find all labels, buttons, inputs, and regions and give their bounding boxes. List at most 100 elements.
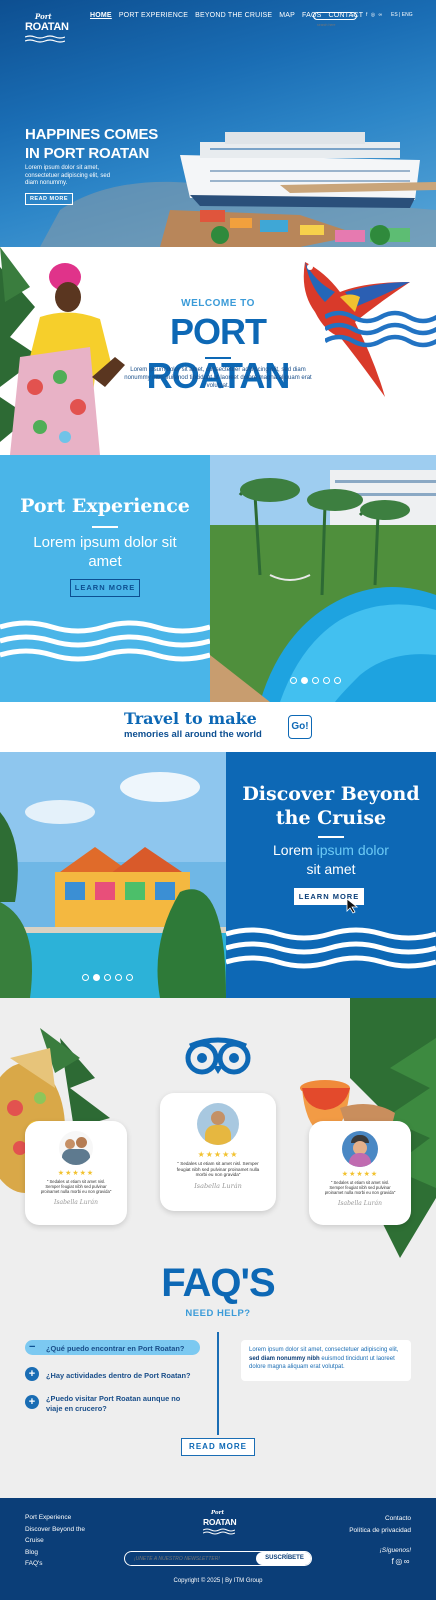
welcome-text: Lorem ipsum dolor sit amet, consectetuer…: [124, 367, 312, 389]
social-label: ¡Síguenos!: [379, 1547, 411, 1554]
discover-carousel: [0, 752, 226, 998]
port-experience-title: Port Experience: [20, 495, 190, 517]
footer-logo-waves-icon: [203, 1528, 235, 1535]
faq-question-active[interactable]: − ¿Qué puedo encontrar en Port Roatan?: [25, 1340, 200, 1355]
subscribe-button[interactable]: SUSCRÍBETE: [256, 1552, 311, 1565]
travel-line1: Travel to make: [124, 709, 257, 728]
welcome-waves-icon: [325, 310, 436, 348]
port-experience-learn-more-button[interactable]: LEARN MORE: [70, 579, 140, 597]
go-button[interactable]: Go!: [288, 715, 312, 739]
port-experience-dots: [288, 671, 343, 689]
nav-port-experience[interactable]: PORT EXPERIENCE: [119, 12, 188, 19]
welcome-kicker: WELCOME TO: [181, 298, 255, 309]
carousel-dot-active[interactable]: [93, 974, 100, 981]
faq-answer-a: Lorem ipsum dolor sit amet, consectetuer…: [249, 1347, 399, 1353]
welcome-section: WELCOME TO PORT ROATAN Lorem ipsum dolor…: [0, 247, 436, 455]
search-icon[interactable]: ⌕: [351, 13, 354, 19]
minus-icon[interactable]: −: [29, 1341, 35, 1353]
footer-logo[interactable]: Port ROATAN: [203, 1510, 237, 1536]
faq-question[interactable]: + ¿Hay actividades dentro de Port Roatan…: [25, 1367, 200, 1383]
carousel-dot[interactable]: [334, 677, 341, 684]
discover-title-line1: Discover Beyond: [242, 783, 420, 805]
newsletter-form: SUSCRÍBETE: [124, 1551, 312, 1566]
site-logo[interactable]: Port ROATAN: [25, 12, 69, 43]
discover-waves-icon: [226, 927, 436, 969]
carousel-dot[interactable]: [82, 974, 89, 981]
discover-sub-b: ipsum dolor: [316, 842, 389, 858]
faq-question-text[interactable]: ¿Hay actividades dentro de Port Roatan?: [46, 1371, 191, 1380]
hero-title-line1: HAPPINES COMES: [25, 126, 159, 143]
footer-link-faqs[interactable]: FAQ's: [25, 1558, 105, 1570]
footer-link-blog[interactable]: Blog: [25, 1547, 105, 1559]
review-quote: " Sedales ut etiam sit amet nisl. Semper…: [324, 1180, 396, 1195]
carousel-dot[interactable]: [115, 974, 122, 981]
footer-logo-roatan: ROATAN: [203, 1517, 237, 1527]
discover-dots: [80, 968, 135, 986]
port-experience-subtitle: Lorem ipsum dolor sit amet: [33, 534, 177, 570]
discover-sub-a: Lorem: [273, 842, 317, 858]
review-signature: Isabella Lurán: [54, 1199, 98, 1206]
logo-roatan: ROATAN: [25, 21, 69, 33]
instagram-icon[interactable]: ◎: [371, 12, 376, 18]
faq-subtitle: NEED HELP?: [185, 1308, 251, 1319]
search-box[interactable]: ⌕: [313, 12, 357, 28]
reviewer-avatar: [59, 1131, 93, 1165]
nav-home[interactable]: HOME: [90, 12, 112, 19]
carousel-dot[interactable]: [323, 677, 330, 684]
faq-question[interactable]: + ¿Puedo visitar Port Roatan aunque no v…: [25, 1394, 200, 1418]
travel-line2: memories all around the world: [124, 729, 262, 740]
search-input[interactable]: [314, 22, 348, 28]
carousel-dot[interactable]: [312, 677, 319, 684]
discover-sub-c: sit amet: [306, 861, 356, 877]
nav-map[interactable]: MAP: [279, 12, 295, 19]
social-icons-header[interactable]: f ◎ ∞: [366, 12, 383, 18]
carousel-dot[interactable]: [126, 974, 133, 981]
review-stars: ★★★★★: [341, 1171, 379, 1178]
hero-read-more-button[interactable]: READ MORE: [25, 193, 73, 205]
instagram-icon[interactable]: ◎: [395, 1557, 403, 1566]
carousel-dot[interactable]: [290, 677, 297, 684]
copyright: Copyright © 2025 | By ITM Group: [173, 1578, 263, 1584]
port-experience-panel: Port Experience Lorem ipsum dolor sit am…: [0, 455, 210, 702]
review-card: ★★★★★ " Sedales ut etiam sit amet nisl. …: [160, 1093, 276, 1211]
review-stars: ★★★★★: [197, 1150, 239, 1159]
port-experience-divider: [92, 526, 118, 528]
port-experience-waves-icon: [0, 620, 210, 662]
tripadvisor-icon: [185, 1037, 251, 1075]
review-card: ★★★★★ " Sedales ut etiam sit amet nisl. …: [25, 1121, 127, 1225]
footer-link-port-experience[interactable]: Port Experience: [25, 1512, 105, 1524]
plus-icon[interactable]: +: [25, 1395, 39, 1409]
tripadvisor-icon[interactable]: ∞: [404, 1557, 411, 1566]
footer-right-links: Contacto Política de privacidad: [290, 1513, 411, 1536]
carousel-dot-active[interactable]: [301, 677, 308, 684]
faq-question-text[interactable]: ¿Puedo visitar Port Roatan aunque no via…: [46, 1394, 196, 1413]
plus-icon[interactable]: +: [25, 1367, 39, 1381]
faq-question-text[interactable]: ¿Qué puedo encontrar en Port Roatan?: [46, 1344, 184, 1353]
faq-section: FAQ'S NEED HELP? − ¿Qué puedo encontrar …: [0, 1258, 436, 1498]
footer-link-privacidad[interactable]: Política de privacidad: [290, 1525, 411, 1537]
hero-section: Port ROATAN HOME PORT EXPERIENCE BEYOND …: [0, 0, 436, 247]
language-switcher[interactable]: ES | ENG: [391, 12, 413, 18]
footer-link-contacto[interactable]: Contacto: [290, 1513, 411, 1525]
reviewer-avatar: [197, 1103, 239, 1145]
review-quote: " Sedales ut etiam sit amet nisl. Semper…: [40, 1179, 112, 1194]
tripadvisor-icon[interactable]: ∞: [379, 12, 384, 18]
discover-title: Discover Beyond the Cruise: [226, 782, 436, 830]
footer-links: Port Experience Discover Beyond the Crui…: [25, 1512, 105, 1570]
facebook-icon[interactable]: f: [366, 12, 368, 18]
footer-social-icons: f◎∞: [375, 1557, 411, 1566]
footer-link-cruise[interactable]: Cruise: [25, 1535, 105, 1547]
review-card: ★★★★★ " Sedales ut etiam sit amet nisl. …: [309, 1121, 411, 1225]
carousel-dot[interactable]: [104, 974, 111, 981]
logo-waves-icon: [25, 35, 65, 43]
resort-image: [0, 752, 226, 998]
footer-link-discover[interactable]: Discover Beyond the: [25, 1524, 105, 1536]
faq-read-more-button[interactable]: READ MORE: [181, 1438, 255, 1456]
faq-vertical-divider: [217, 1332, 219, 1435]
nav-beyond-the-cruise[interactable]: BEYOND THE CRUISE: [195, 12, 272, 19]
reviews-section: ★★★★★ " Sedales ut etiam sit amet nisl. …: [0, 998, 436, 1258]
review-signature: Isabella Lurán: [338, 1200, 382, 1207]
newsletter-input[interactable]: [125, 1552, 255, 1565]
hero-title-line2: IN PORT ROATAN: [25, 145, 150, 162]
reviewer-avatar: [342, 1131, 378, 1167]
